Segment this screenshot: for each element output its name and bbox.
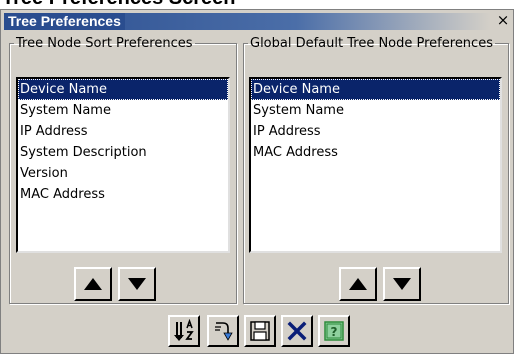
triangle-down-icon <box>128 278 146 290</box>
triangle-down-icon <box>393 278 411 290</box>
triangle-up-icon <box>349 278 367 290</box>
floppy-disk-icon <box>250 321 270 341</box>
apply-default-button[interactable] <box>207 315 239 347</box>
help-button[interactable]: ? <box>318 315 350 347</box>
save-button[interactable] <box>244 315 276 347</box>
global-default-list[interactable]: Device Name System Name IP Address MAC Addr… <box>249 77 502 253</box>
title-bar[interactable]: Tree Preferences × <box>1 10 513 32</box>
list-item[interactable]: System Description <box>18 142 228 163</box>
list-item[interactable]: IP Address <box>251 121 500 142</box>
sort-preferences-legend: Tree Node Sort Preferences <box>16 36 193 51</box>
list-item[interactable]: System Name <box>251 100 500 121</box>
list-item[interactable]: Version <box>18 163 228 184</box>
list-item[interactable]: System Name <box>18 100 228 121</box>
arrow-redirect-icon <box>215 322 233 341</box>
global-default-group: Global Default Tree Node Preferences Dev… <box>243 36 509 304</box>
cancel-button[interactable] <box>281 315 313 347</box>
sort-preferences-list[interactable]: Device Name System Name IP Address System D… <box>16 77 230 253</box>
close-x-icon <box>287 321 307 341</box>
global-move-down-button[interactable] <box>383 267 421 301</box>
list-item[interactable]: MAC Address <box>18 184 228 205</box>
global-default-legend: Global Default Tree Node Preferences <box>250 36 493 51</box>
list-item[interactable]: IP Address <box>18 121 228 142</box>
tree-preferences-dialog: Tree Preferences × Tree Node Sort Prefer… <box>0 9 514 354</box>
sort-az-icon <box>174 319 194 341</box>
close-icon[interactable]: × <box>495 13 511 29</box>
list-item[interactable]: MAC Address <box>251 142 500 163</box>
page-heading: Tree Preferences Screen <box>0 0 518 9</box>
sort-move-down-button[interactable] <box>118 267 156 301</box>
global-move-up-button[interactable] <box>339 267 377 301</box>
list-item[interactable]: Device Name <box>18 79 228 100</box>
sort-move-up-button[interactable] <box>74 267 112 301</box>
dialog-title: Tree Preferences <box>4 13 125 30</box>
triangle-up-icon <box>84 278 102 290</box>
list-item[interactable]: Device Name <box>251 79 500 100</box>
help-question-icon: ? <box>324 321 344 341</box>
sort-az-button[interactable] <box>168 315 200 347</box>
sort-preferences-group: Tree Node Sort Preferences Device Name Sy… <box>9 36 237 304</box>
svg-text:?: ? <box>331 325 338 339</box>
